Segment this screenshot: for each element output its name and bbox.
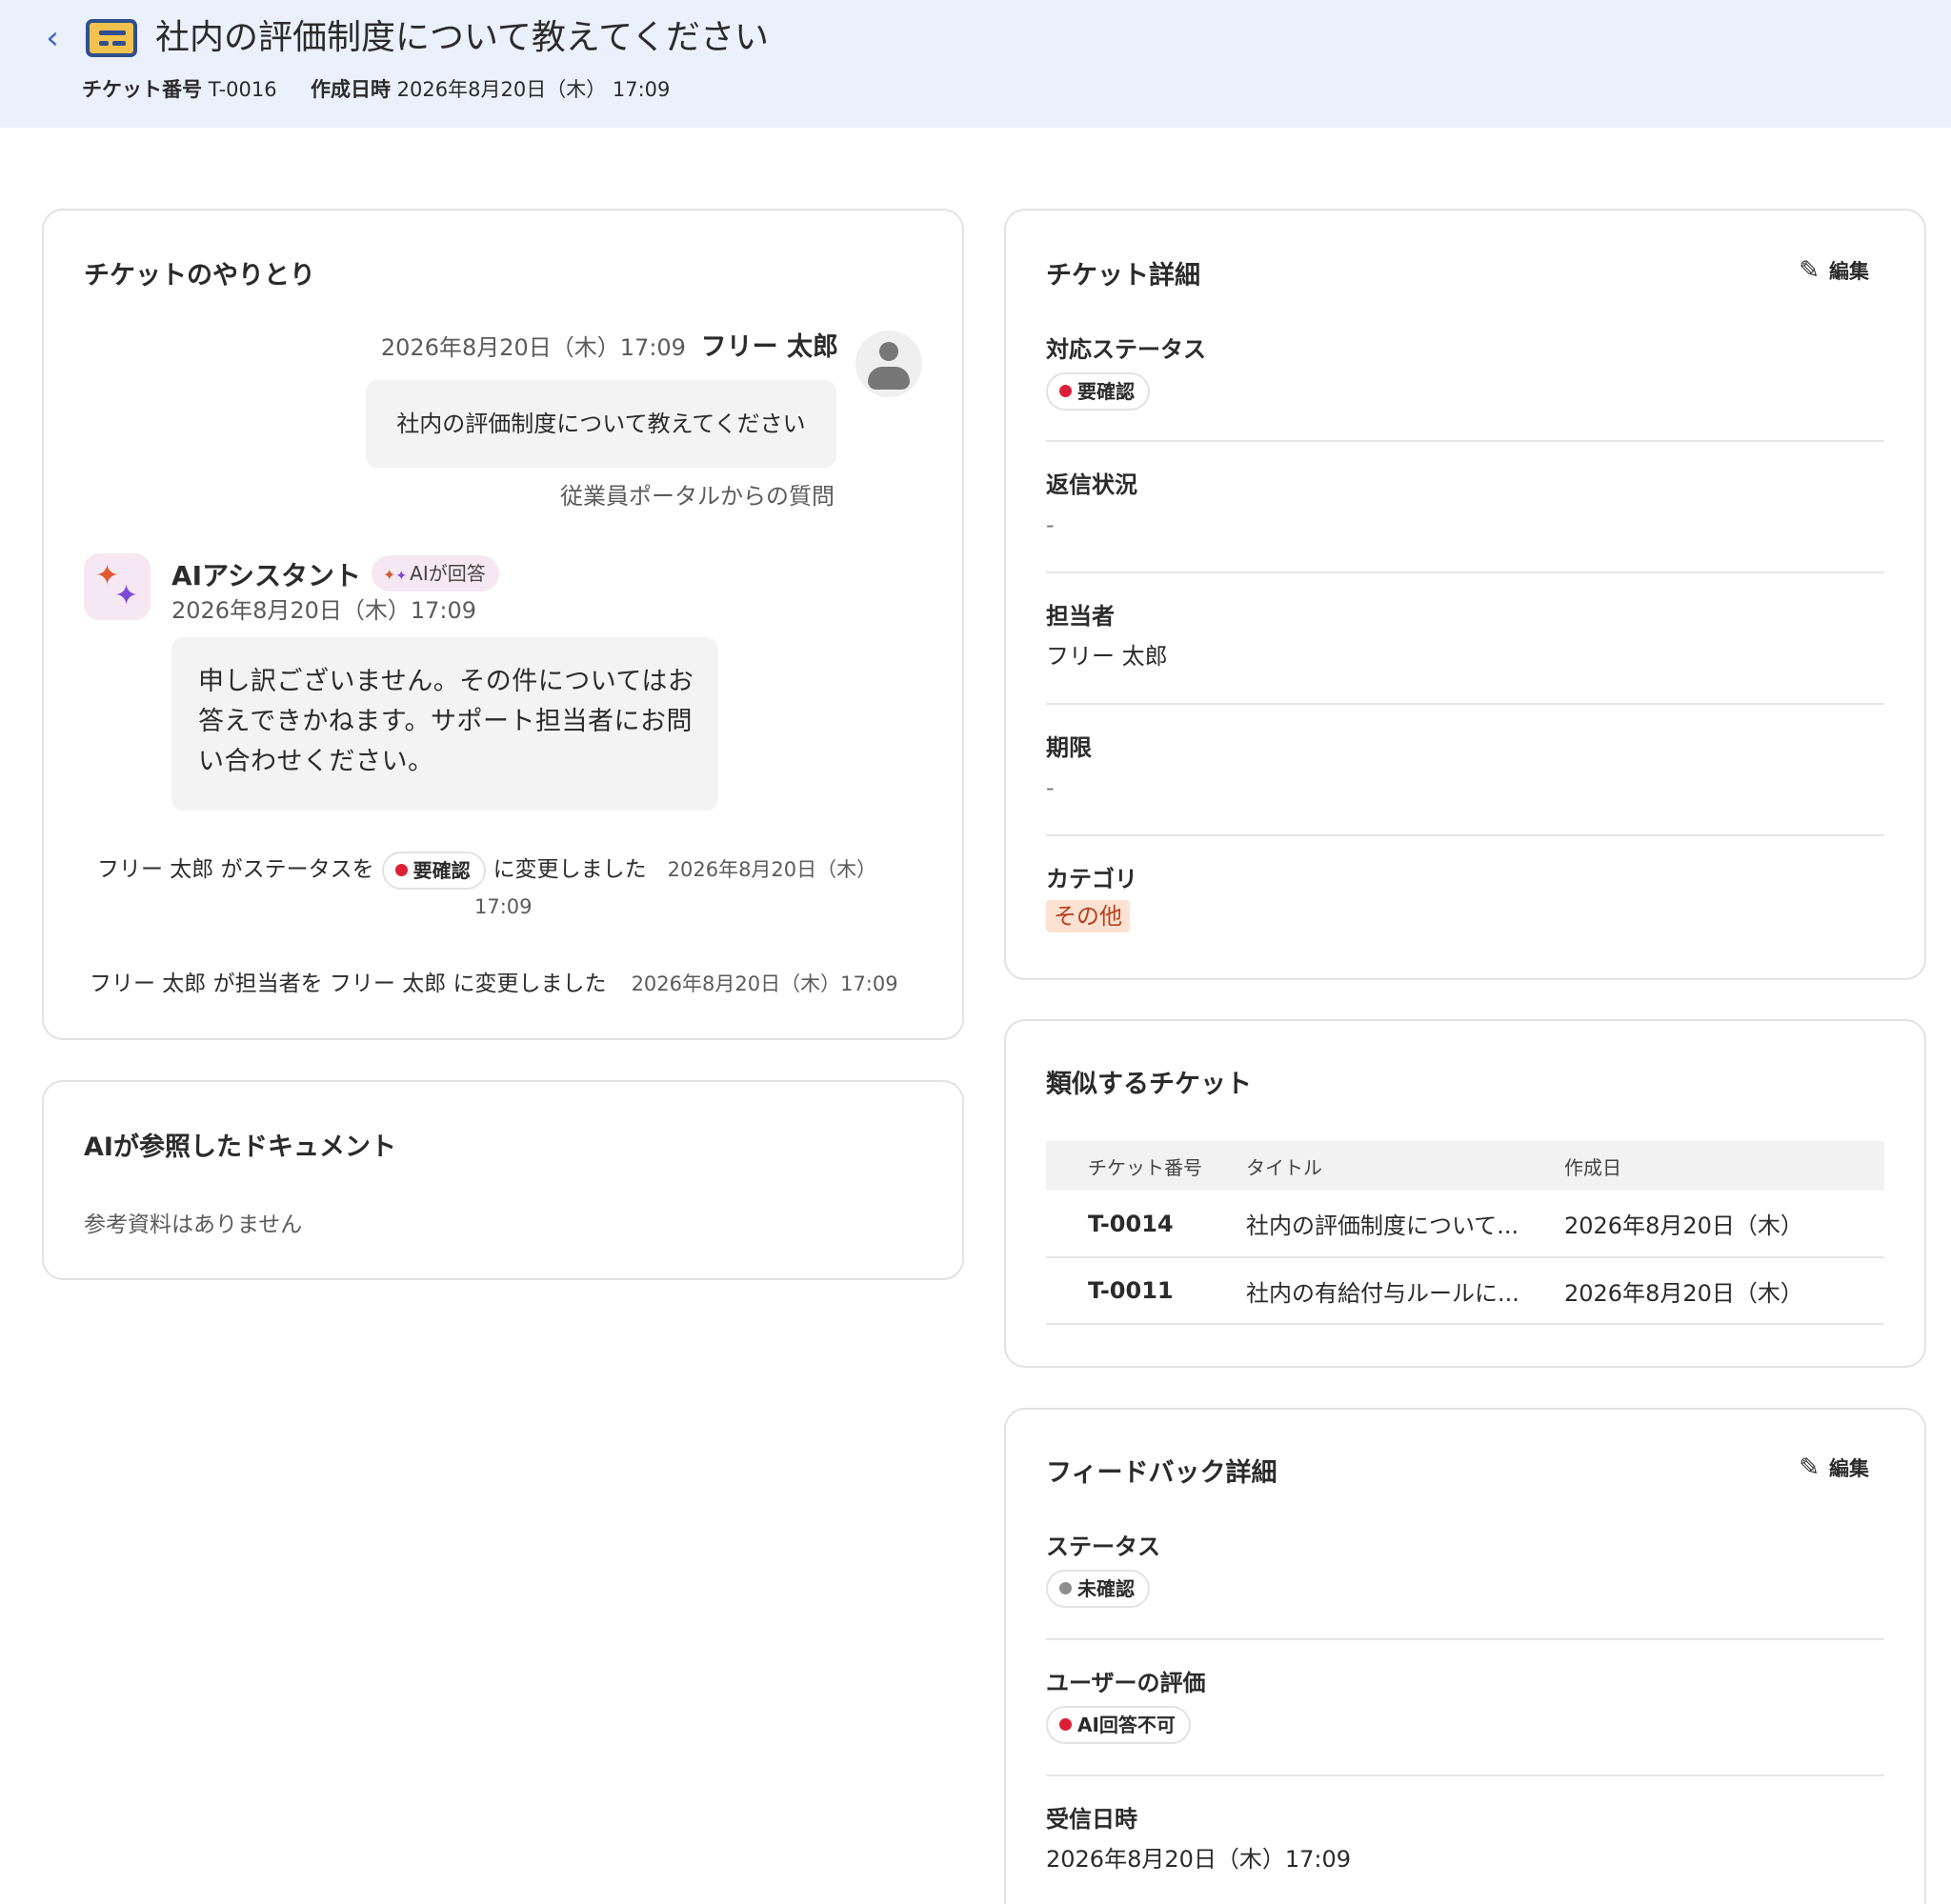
edit-feedback-button[interactable]: ✎ 編集 (1799, 1453, 1869, 1484)
log-time-clock: 17:09 (474, 895, 533, 918)
rating-badge: AI回答不可 (1046, 1706, 1191, 1744)
log-time: 2026年8月20日（木） (667, 858, 877, 881)
user-message-meta: 2026年8月20日（木）17:09 フリー 太郎 (381, 332, 838, 363)
details-title: チケット詳細 (1046, 261, 1200, 291)
docs-title: AIが参照したドキュメント (84, 1132, 396, 1162)
pencil-icon: ✎ (1799, 256, 1820, 285)
received-at-field: 受信日時 2026年8月20日（木）17:09 (1046, 1806, 1352, 1873)
conversation-card: チケットのやりとり 2026年8月20日（木）17:09 フリー 太郎 社内の評… (42, 209, 964, 1040)
ticket-number-cell[interactable]: T-0011 (1046, 1257, 1227, 1325)
ticket-title-cell: 社内の有給付与ルールに... (1227, 1257, 1528, 1325)
assignee-change-log: フリー 太郎 が担当者を フリー 太郎 に変更しました 2026年8月20日（木）… (90, 972, 898, 996)
ticket-number: T-0016 (208, 78, 277, 101)
page-title: 社内の評価制度について教えてください (155, 18, 770, 57)
status-badge[interactable]: 要確認 (1046, 372, 1150, 411)
column-header: タイトル (1227, 1141, 1528, 1191)
ai-answered-badge: ✦✦ AIが回答 (372, 555, 499, 591)
feedback-details-card: フィードバック詳細 ✎ 編集 ステータス 未確認 ユーザーの評価 AI回答不可 受… (1004, 1408, 1926, 1904)
feedback-status-badge[interactable]: 未確認 (1046, 1570, 1150, 1608)
ai-sparkle-icon: ✦ ✦ (84, 553, 151, 620)
feedback-title: フィードバック詳細 (1046, 1458, 1277, 1488)
user-avatar-icon (855, 331, 922, 397)
created-at: 2026年8月20日（木） 17:09 (396, 78, 671, 101)
ai-message-time: 2026年8月20日（木）17:09 (171, 597, 477, 624)
similar-tickets-card: 類似するチケット チケット番号 タイトル 作成日 T-0014 社内の評価制度に… (1004, 1019, 1926, 1368)
created-at-label: 作成日時 (310, 78, 391, 101)
edit-details-button[interactable]: ✎ 編集 (1799, 256, 1869, 287)
table-row[interactable]: T-0014 社内の評価制度について... 2026年8月20日（木） (1046, 1191, 1884, 1258)
ticket-date-cell: 2026年8月20日（木） (1528, 1191, 1884, 1258)
status-change-log: フリー 太郎 がステータスを 要確認 に変更しました 2026年8月20日（木） (97, 849, 945, 891)
status-badge: 要確認 (381, 851, 486, 890)
ai-assistant-name: AIアシスタント (171, 560, 361, 591)
deadline-field: 期限 - (1046, 734, 1092, 801)
status-field: 対応ステータス 要確認 (1046, 334, 1884, 411)
message-source: 従業員ポータルからの質問 (560, 483, 835, 510)
feedback-status-field: ステータス 未確認 (1046, 1532, 1884, 1608)
ticket-number-label: チケット番号 (82, 78, 202, 101)
ticket-meta: チケット番号 T-0016 作成日時 2026年8月20日（木） 17:09 (82, 76, 670, 103)
user-message-time: 2026年8月20日（木）17:09 (380, 334, 686, 361)
reply-field: 返信状況 - (1046, 471, 1137, 538)
ticket-date-cell: 2026年8月20日（木） (1528, 1257, 1884, 1325)
category-field: カテゴリ その他 (1046, 864, 1884, 932)
category-tag: その他 (1046, 900, 1130, 932)
user-rating-field: ユーザーの評価 AI回答不可 (1046, 1668, 1884, 1744)
table-row[interactable]: T-0011 社内の有給付与ルールに... 2026年8月20日（木） (1046, 1257, 1884, 1325)
assignee-field: 担当者 フリー 太郎 (1046, 603, 1168, 670)
ai-message-bubble: 申し訳ございません。その件についてはお答えできかねます。サポート担当者にお問い合… (171, 637, 718, 811)
log-time: 2026年8月20日（木）17:09 (631, 972, 898, 995)
column-header: 作成日 (1528, 1141, 1884, 1191)
conversation-title: チケットのやりとり (84, 261, 315, 291)
column-header: チケット番号 (1046, 1141, 1227, 1191)
ticket-header: ‹ 社内の評価制度について教えてください チケット番号 T-0016 作成日時 … (0, 0, 1951, 128)
user-name: フリー 太郎 (700, 332, 838, 362)
table-header-row: チケット番号 タイトル 作成日 (1046, 1141, 1884, 1191)
pencil-icon: ✎ (1799, 1453, 1820, 1482)
user-message-bubble: 社内の評価制度について教えてください (366, 380, 836, 468)
referenced-docs-card: AIが参照したドキュメント 参考資料はありません (42, 1080, 964, 1280)
similar-title: 類似するチケット (1046, 1070, 1252, 1099)
ticket-card-icon (86, 19, 137, 57)
similar-tickets-table: チケット番号 タイトル 作成日 T-0014 社内の評価制度について... 20… (1046, 1141, 1884, 1325)
ticket-title-cell: 社内の評価制度について... (1227, 1191, 1528, 1258)
chevron-left-icon[interactable]: ‹ (38, 21, 67, 55)
ticket-details-card: チケット詳細 ✎ 編集 対応ステータス 要確認 返信状況 - 担当者 フリー 太郎… (1004, 209, 1926, 980)
sparkle-icon: ✦ (383, 566, 396, 584)
ticket-number-cell[interactable]: T-0014 (1046, 1191, 1227, 1258)
docs-empty-message: 参考資料はありません (84, 1213, 303, 1237)
